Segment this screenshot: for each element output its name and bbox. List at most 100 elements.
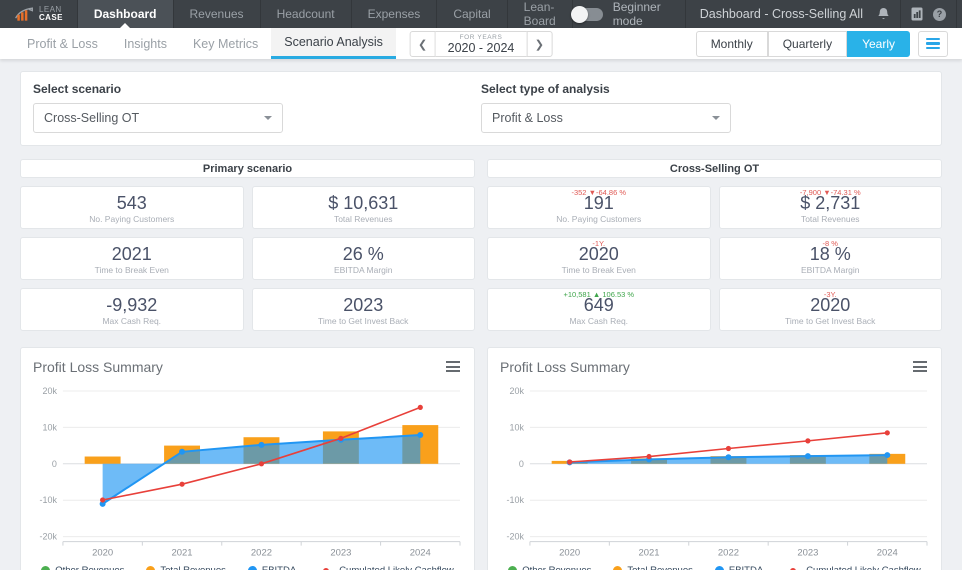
kpi-ebitda-margin: 26 % EBITDA Margin xyxy=(251,237,475,280)
quarterly-button[interactable]: Quarterly xyxy=(767,30,848,57)
primary-scenario-column: Primary scenario 543 No. Paying Customer… xyxy=(20,159,475,331)
chart-menu-icon[interactable] xyxy=(444,359,462,374)
nav-label: Lean-Board xyxy=(523,0,556,28)
nav-item-revenues[interactable]: Revenues xyxy=(172,0,260,28)
svg-text:2021: 2021 xyxy=(172,548,193,559)
svg-text:-20k: -20k xyxy=(39,532,57,542)
legend-cumulated-cashflow[interactable]: Cumulated Likely Cashflow xyxy=(785,565,921,570)
chart-legend: Other Revenues Total Revenues EBITDA Cum… xyxy=(488,563,941,570)
primary-chart-card: Profit Loss Summary 20k 10k 0 -10k -20k 2020 2… xyxy=(20,347,475,570)
legend-dot-icon xyxy=(146,566,156,570)
charts-row: Profit Loss Summary 20k 10k 0 -10k -20k 2020 2… xyxy=(20,347,942,570)
year-range-box: FOR YEARS 2020 - 2024 xyxy=(435,31,527,57)
kpi-delta: -8 % xyxy=(822,239,838,248)
chevron-down-icon xyxy=(264,116,272,120)
legend-ebitda[interactable]: EBITDA xyxy=(714,565,763,570)
nav-label: Revenues xyxy=(189,7,244,21)
legend-label: Cumulated Likely Cashflow xyxy=(339,565,454,570)
nav-item-headcount[interactable]: Headcount xyxy=(259,0,351,28)
filter-panel: Select scenario Cross-Selling OT Select … xyxy=(20,71,942,146)
kpi-delta: +10,581 ▲ 106.53 % xyxy=(563,290,635,299)
year-selector: ❮ FOR YEARS 2020 - 2024 ❯ xyxy=(409,31,553,57)
kpi-delta: -1Y. xyxy=(592,239,606,248)
kpi-label: Time to Get Invest Back xyxy=(318,316,409,326)
primary-kpi-grid: 543 No. Paying Customers $ 10,631 Total … xyxy=(20,186,475,331)
toggle-knob xyxy=(570,5,588,23)
legend-dot-icon xyxy=(247,566,257,570)
kpi-label: Total Revenues xyxy=(800,214,860,224)
legend-other-revenues[interactable]: Other Revenues xyxy=(508,565,591,570)
nav-item-dashboard[interactable]: Dashboard xyxy=(76,0,173,28)
tab-label: Profit & Loss xyxy=(27,36,98,51)
top-bar: LEAN CASE Dashboard Revenues Headcount E… xyxy=(0,0,962,28)
svg-text:-10k: -10k xyxy=(39,495,57,505)
svg-text:20k: 20k xyxy=(42,386,57,396)
tab-label: Key Metrics xyxy=(192,36,259,51)
svg-text:2020: 2020 xyxy=(92,548,113,559)
next-year-button[interactable]: ❯ xyxy=(526,31,553,57)
tab-insights[interactable]: Insights xyxy=(111,28,180,59)
comparison-scenario-header: Cross-Selling OT xyxy=(487,159,942,178)
hamburger-menu-button[interactable] xyxy=(918,30,948,57)
nav-item-expenses[interactable]: Expenses xyxy=(350,0,437,28)
chart-legend: Other Revenues Total Revenues EBITDA Cum… xyxy=(21,563,474,570)
svg-text:2021: 2021 xyxy=(639,548,660,559)
kpi-paying-customers: -352 ▼-64.86 % 191 No. Paying Customers xyxy=(487,186,711,229)
profit-loss-chart-primary: 20k 10k 0 -10k -20k 2020 2021 2022 2023 2024 xyxy=(21,375,474,563)
kpi-max-cash-req: +10,581 ▲ 106.53 % 649 Max Cash Req. xyxy=(487,288,711,331)
legend-label: EBITDA xyxy=(729,565,763,570)
legend-cumulated-cashflow[interactable]: Cumulated Likely Cashflow xyxy=(318,565,454,570)
nav-label: Expenses xyxy=(367,7,421,21)
kpi-break-even: -1Y. 2020 Time to Break Even xyxy=(487,237,711,280)
kpi-delta: -3Y. xyxy=(823,290,837,299)
main-content: Select scenario Cross-Selling OT Select … xyxy=(0,59,962,570)
scenario-select[interactable]: Cross-Selling OT xyxy=(33,103,283,133)
legend-label: Cumulated Likely Cashflow xyxy=(806,565,921,570)
dashboard-context-label[interactable]: Dashboard - Cross-Selling All xyxy=(696,7,867,21)
scenario-filter: Select scenario Cross-Selling OT xyxy=(33,82,481,133)
svg-text:10k: 10k xyxy=(509,422,524,432)
legend-total-revenues[interactable]: Total Revenues xyxy=(613,565,693,570)
tab-key-metrics[interactable]: Key Metrics xyxy=(180,28,271,59)
divider xyxy=(899,0,901,28)
nav-item-capital[interactable]: Capital xyxy=(436,0,506,28)
kpi-delta: -7,900 ▼-74.31 % xyxy=(799,188,861,197)
kpi-label: EBITDA Margin xyxy=(800,265,860,275)
scenario-select-value: Cross-Selling OT xyxy=(44,111,140,125)
kpi-ebitda-margin: -8 % 18 % EBITDA Margin xyxy=(718,237,942,280)
tab-scenario-analysis[interactable]: Scenario Analysis xyxy=(271,28,396,59)
yearly-button[interactable]: Yearly xyxy=(847,30,910,57)
kpi-label: Total Revenues xyxy=(333,214,393,224)
chart-title: Profit Loss Summary xyxy=(33,359,163,375)
report-icon[interactable] xyxy=(911,6,923,22)
year-range: 2020 - 2024 xyxy=(447,41,515,55)
view-switcher: Monthly Quarterly Yearly xyxy=(695,28,962,59)
sub-nav: Profit & Loss Insights Key Metrics Scena… xyxy=(0,28,962,59)
legend-other-revenues[interactable]: Other Revenues xyxy=(41,565,124,570)
tab-profit-loss[interactable]: Profit & Loss xyxy=(14,28,111,59)
view-label: Quarterly xyxy=(782,36,833,51)
legend-total-revenues[interactable]: Total Revenues xyxy=(146,565,226,570)
svg-text:10k: 10k xyxy=(42,422,57,432)
tab-label: Scenario Analysis xyxy=(284,35,383,49)
legend-ebitda[interactable]: EBITDA xyxy=(247,565,296,570)
svg-text:0: 0 xyxy=(519,459,524,469)
app-logo[interactable]: LEAN CASE xyxy=(0,0,77,28)
analysis-select[interactable]: Profit & Loss xyxy=(481,103,731,133)
comparison-kpi-grid: -352 ▼-64.86 % 191 No. Paying Customers … xyxy=(487,186,942,331)
prev-year-button[interactable]: ❮ xyxy=(409,31,436,57)
svg-text:2023: 2023 xyxy=(797,548,818,559)
legend-label: Total Revenues xyxy=(160,565,225,570)
kpi-value: 543 xyxy=(116,193,147,213)
nav-item-lean-board[interactable]: Lean-Board xyxy=(506,0,573,28)
bell-icon[interactable] xyxy=(877,6,890,22)
chart-menu-icon[interactable] xyxy=(911,359,929,374)
kpi-label: Time to Break Even xyxy=(561,265,636,275)
svg-text:20k: 20k xyxy=(509,386,524,396)
kpi-delta: -352 ▼-64.86 % xyxy=(571,188,627,197)
help-icon[interactable]: ? xyxy=(932,6,946,22)
kpi-invest-back: 2023 Time to Get Invest Back xyxy=(251,288,475,331)
svg-text:0: 0 xyxy=(52,459,57,469)
beginner-mode-toggle[interactable] xyxy=(570,5,603,23)
monthly-button[interactable]: Monthly xyxy=(695,30,768,57)
